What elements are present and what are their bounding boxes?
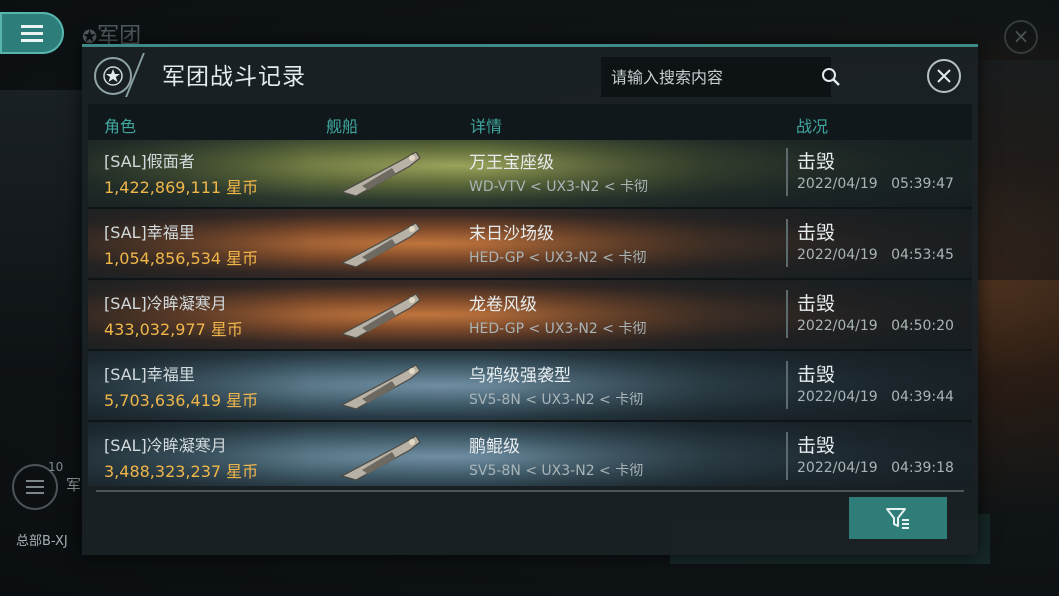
ship-icon[interactable] <box>332 213 428 273</box>
ship-class: 万王宝座级 <box>469 153 554 173</box>
hamburger-icon <box>21 25 43 42</box>
record-row[interactable]: [SAL]冷眸凝寒月 433,032,977 星币 龙卷风级 HED-GP < … <box>88 280 972 351</box>
combat-status: 击毁 <box>797 151 836 173</box>
background-close-icon[interactable]: × <box>1004 20 1038 54</box>
record-row[interactable]: [SAL]幸福里 1,054,856,534 星币 末日沙场级 HED-GP <… <box>88 209 972 280</box>
loss-value: 1,422,869,111 星币 <box>104 178 259 197</box>
battle-record-panel: 军团战斗记录 角色 舰船 详情 战况 [SAL]假面者 1,422,869,11… <box>82 44 978 555</box>
search-icon <box>822 68 840 86</box>
combat-status: 击毁 <box>797 222 836 244</box>
search-button[interactable] <box>821 63 841 91</box>
menu-button[interactable] <box>0 12 64 54</box>
loss-value: 5,703,636,419 星币 <box>104 391 259 410</box>
ship-class: 鹏鲲级 <box>469 437 520 457</box>
system-route: SV5-8N < UX3-N2 < 卡彻 <box>469 392 644 408</box>
footer-divider <box>96 490 964 492</box>
pilot-name: [SAL]假面者 <box>104 152 195 171</box>
status-divider <box>786 361 788 409</box>
star-emblem-icon <box>94 57 132 95</box>
loss-value: 433,032,977 星币 <box>104 320 243 339</box>
column-header-status: 战况 <box>796 117 829 136</box>
column-header-role: 角色 <box>104 117 137 136</box>
status-divider <box>786 432 788 480</box>
search-box <box>601 56 840 98</box>
status-divider <box>786 148 788 196</box>
loss-value: 3,488,323,237 星币 <box>104 462 259 481</box>
table-header: 角色 舰船 详情 战况 <box>88 104 972 140</box>
hq-label: 总部B-XJ <box>16 534 68 549</box>
status-divider <box>786 219 788 267</box>
ship-icon[interactable] <box>332 142 428 202</box>
column-header-ship: 舰船 <box>326 117 359 136</box>
column-header-detail: 详情 <box>470 117 503 136</box>
pilot-name: [SAL]幸福里 <box>104 365 195 384</box>
hamburger-icon <box>26 480 44 494</box>
background-station-right <box>978 60 1059 280</box>
close-button[interactable] <box>927 59 961 93</box>
ship-class: 末日沙场级 <box>469 224 554 244</box>
filter-icon <box>886 508 909 529</box>
ship-class: 龙卷风级 <box>469 295 537 315</box>
background-station <box>0 90 82 390</box>
combat-status: 击毁 <box>797 435 836 457</box>
system-route: HED-GP < UX3-N2 < 卡彻 <box>469 250 647 266</box>
system-route: SV5-8N < UX3-N2 < 卡彻 <box>469 463 644 479</box>
system-route: WD-VTV < UX3-N2 < 卡彻 <box>469 179 648 195</box>
pilot-name: [SAL]幸福里 <box>104 223 195 242</box>
timestamp: 2022/04/19 04:53:45 <box>797 247 954 263</box>
timestamp: 2022/04/19 05:39:47 <box>797 176 954 192</box>
loss-value: 1,054,856,534 星币 <box>104 249 259 268</box>
timestamp: 2022/04/19 04:50:20 <box>797 318 954 334</box>
timestamp: 2022/04/19 04:39:18 <box>797 460 954 476</box>
ship-icon[interactable] <box>332 426 428 486</box>
panel-title: 军团战斗记录 <box>162 64 306 90</box>
ship-icon[interactable] <box>332 355 428 415</box>
record-row[interactable]: [SAL]假面者 1,422,869,111 星币 万王宝座级 WD-VTV <… <box>88 140 972 209</box>
status-divider <box>786 290 788 338</box>
combat-status: 击毁 <box>797 364 836 386</box>
timestamp: 2022/04/19 04:39:44 <box>797 389 954 405</box>
side-label: 军 <box>66 476 82 494</box>
record-row[interactable]: [SAL]幸福里 5,703,636,419 星币 乌鸦级强袭型 SV5-8N … <box>88 351 972 422</box>
system-route: HED-GP < UX3-N2 < 卡彻 <box>469 321 647 337</box>
pilot-name: [SAL]冷眸凝寒月 <box>104 436 227 455</box>
ship-icon[interactable] <box>332 284 428 344</box>
close-icon <box>937 69 951 83</box>
pilot-name: [SAL]冷眸凝寒月 <box>104 294 227 313</box>
combat-status: 击毁 <box>797 293 836 315</box>
search-input[interactable] <box>601 56 813 98</box>
side-count: 10 <box>48 460 64 474</box>
filter-button[interactable] <box>849 497 947 539</box>
record-list: [SAL]假面者 1,422,869,111 星币 万王宝座级 WD-VTV <… <box>88 140 972 486</box>
record-row[interactable]: [SAL]冷眸凝寒月 3,488,323,237 星币 鹏鲲级 SV5-8N <… <box>88 422 972 486</box>
ship-class: 乌鸦级强袭型 <box>469 366 571 386</box>
